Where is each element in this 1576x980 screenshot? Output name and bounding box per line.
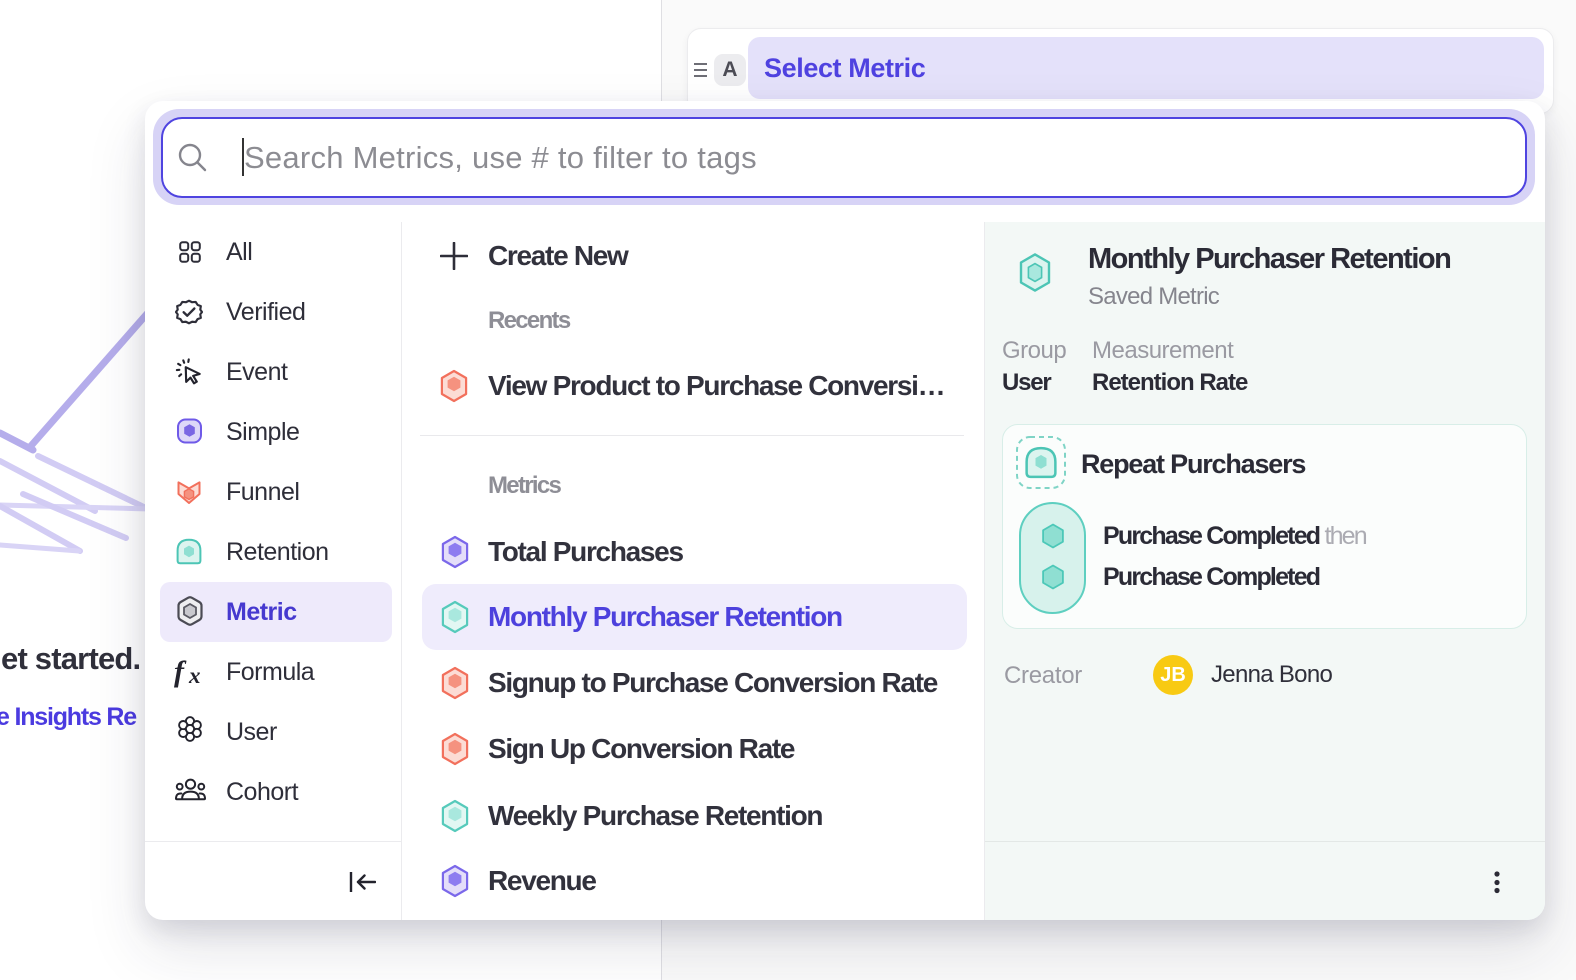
svg-text:x: x bbox=[188, 663, 201, 688]
svg-text:f: f bbox=[174, 655, 187, 688]
